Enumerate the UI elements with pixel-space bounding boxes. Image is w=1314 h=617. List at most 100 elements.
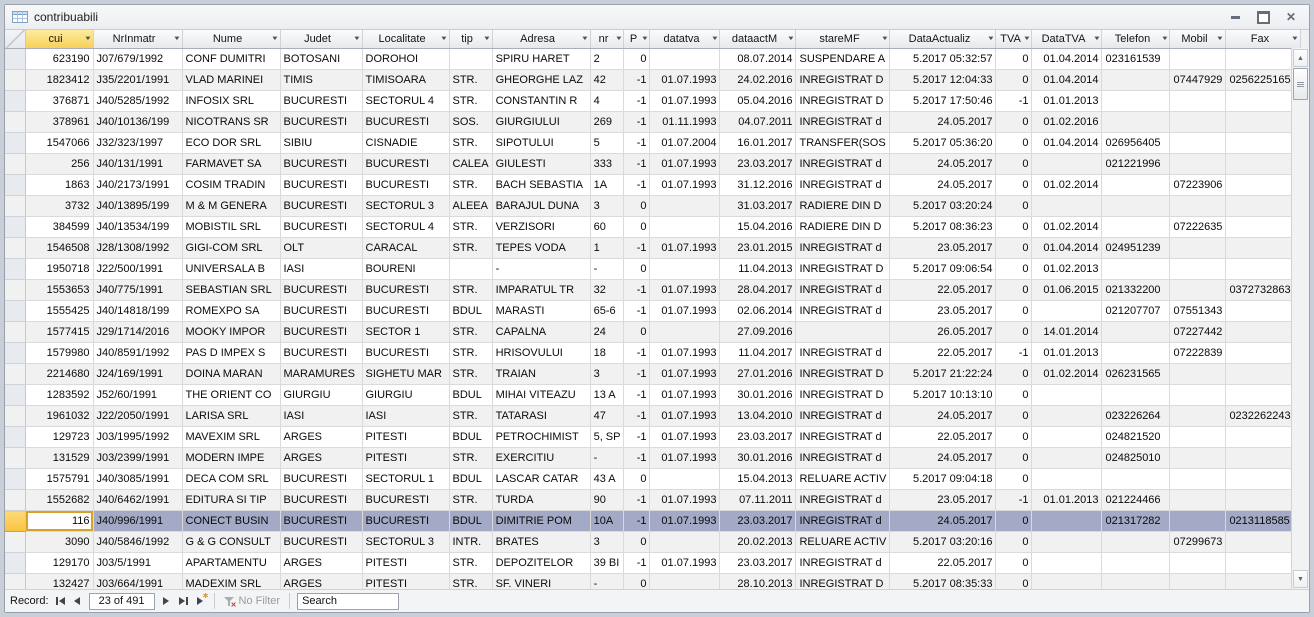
cell-datatva2[interactable]: 01.01.2013 (1032, 343, 1102, 364)
cell-adresa[interactable]: SIPOTULUI (492, 133, 590, 154)
cell-telefon[interactable]: 021332200 (1102, 280, 1170, 301)
cell-mobil[interactable] (1170, 385, 1226, 406)
cell-localitate[interactable]: PITESTI (362, 448, 449, 469)
cell-fax[interactable] (1226, 217, 1301, 238)
cell-nrinmatr[interactable]: J03/664/1991 (93, 574, 182, 590)
cell-telefon[interactable] (1102, 322, 1170, 343)
cell-nrinmatr[interactable]: J03/5/1991 (93, 553, 182, 574)
cell-staremf[interactable]: RADIERE DIN D (796, 196, 890, 217)
cell-telefon[interactable] (1102, 70, 1170, 91)
cell-nume[interactable]: MOOKY IMPOR (182, 322, 280, 343)
cell-adresa[interactable]: BRATES (492, 532, 590, 553)
cell-datatva[interactable]: 01.07.1993 (650, 343, 720, 364)
cell-cui[interactable]: 1577415 (25, 322, 93, 343)
cell-tva[interactable]: 0 (996, 448, 1032, 469)
cell-nume[interactable]: THE ORIENT CO (182, 385, 280, 406)
column-header-telefon[interactable]: Telefon▼ (1102, 30, 1170, 49)
cell-datatva2[interactable] (1032, 574, 1102, 590)
cell-cui[interactable]: 1950718 (25, 259, 93, 280)
cell-tip[interactable]: BDUL (449, 511, 492, 532)
cell-dataactualizare[interactable]: 24.05.2017 (890, 112, 996, 133)
column-header-nrinmatr[interactable]: NrInmatr▼ (93, 30, 182, 49)
cell-adresa[interactable]: - (492, 259, 590, 280)
cell-cui[interactable]: 2214680 (25, 364, 93, 385)
cell-datatva2[interactable]: 01.04.2014 (1032, 70, 1102, 91)
cell-fax[interactable] (1226, 322, 1301, 343)
cell-mobil[interactable] (1170, 469, 1226, 490)
cell-telefon[interactable]: 021221996 (1102, 154, 1170, 175)
cell-fax[interactable] (1226, 385, 1301, 406)
cell-dataactm[interactable]: 31.12.2016 (720, 175, 796, 196)
cell-adresa[interactable]: GIURGIULUI (492, 112, 590, 133)
cell-dataactualizare[interactable]: 23.05.2017 (890, 490, 996, 511)
cell-adresa[interactable]: BACH SEBASTIA (492, 175, 590, 196)
cell-cui[interactable]: 1863 (25, 175, 93, 196)
cell-tva[interactable]: 0 (996, 196, 1032, 217)
cell-tva[interactable]: 0 (996, 532, 1032, 553)
chevron-down-icon[interactable]: ▼ (614, 36, 622, 42)
cell-adresa[interactable]: LASCAR CATAR (492, 469, 590, 490)
cell-nrinmatr[interactable]: J29/1714/2016 (93, 322, 182, 343)
cell-telefon[interactable] (1102, 343, 1170, 364)
cell-fax[interactable] (1226, 490, 1301, 511)
cell-staremf[interactable]: INREGISTRAT d (796, 343, 890, 364)
cell-cui[interactable]: 3732 (25, 196, 93, 217)
cell-nrinmatr[interactable]: J40/2173/1991 (93, 175, 182, 196)
cell-nume[interactable]: G & G CONSULT (182, 532, 280, 553)
column-header-p[interactable]: P▼ (624, 30, 650, 49)
cell-telefon[interactable]: 021317282 (1102, 511, 1170, 532)
cell-tip[interactable]: CALEA (449, 154, 492, 175)
cell-tva[interactable]: 0 (996, 280, 1032, 301)
cell-datatva[interactable]: 01.11.1993 (650, 112, 720, 133)
cell-nr[interactable]: 5 (590, 133, 624, 154)
cell-staremf[interactable]: INREGISTRAT d (796, 511, 890, 532)
cell-telefon[interactable] (1102, 175, 1170, 196)
cell-datatva[interactable]: 01.07.1993 (650, 490, 720, 511)
cell-adresa[interactable]: IMPARATUL TR (492, 280, 590, 301)
cell-nume[interactable]: EDITURA SI TIP (182, 490, 280, 511)
column-header-mobil[interactable]: Mobil▼ (1170, 30, 1226, 49)
cell-nume[interactable]: LARISA SRL (182, 406, 280, 427)
cell-localitate[interactable]: BUCURESTI (362, 175, 449, 196)
cell-nr[interactable]: 3 (590, 532, 624, 553)
cell-nr[interactable]: 5, SP (590, 427, 624, 448)
cell-telefon[interactable]: 023161539 (1102, 49, 1170, 70)
cell-adresa[interactable]: TEPES VODA (492, 238, 590, 259)
cell-tip[interactable]: STR. (449, 217, 492, 238)
cell-nume[interactable]: COSIM TRADIN (182, 175, 280, 196)
cell-nume[interactable]: MAVEXIM SRL (182, 427, 280, 448)
cell-datatva[interactable]: 01.07.1993 (650, 406, 720, 427)
cell-dataactualizare[interactable]: 5.2017 09:06:54 (890, 259, 996, 280)
cell-nume[interactable]: APARTAMENTU (182, 553, 280, 574)
cell-mobil[interactable] (1170, 91, 1226, 112)
cell-nume[interactable]: ROMEXPO SA (182, 301, 280, 322)
cell-nume[interactable]: MODERN IMPE (182, 448, 280, 469)
cell-datatva2[interactable]: 14.01.2014 (1032, 322, 1102, 343)
cell-mobil[interactable] (1170, 112, 1226, 133)
cell-dataactualizare[interactable]: 5.2017 05:36:20 (890, 133, 996, 154)
cell-localitate[interactable]: SECTORUL 4 (362, 91, 449, 112)
column-header-localitate[interactable]: Localitate▼ (362, 30, 449, 49)
cell-judet[interactable]: OLT (280, 238, 362, 259)
cell-datatva[interactable]: 01.07.1993 (650, 448, 720, 469)
cell-localitate[interactable]: BUCURESTI (362, 280, 449, 301)
cell-nrinmatr[interactable]: J52/60/1991 (93, 385, 182, 406)
cell-cui[interactable]: 384599 (25, 217, 93, 238)
cell-datatva2[interactable] (1032, 406, 1102, 427)
cell-p[interactable]: 0 (624, 574, 650, 590)
cell-datatva[interactable]: 01.07.1993 (650, 427, 720, 448)
cell-nrinmatr[interactable]: J03/2399/1991 (93, 448, 182, 469)
cell-adresa[interactable]: BARAJUL DUNA (492, 196, 590, 217)
cell-cui[interactable]: 132427 (25, 574, 93, 590)
cell-dataactualizare[interactable]: 24.05.2017 (890, 154, 996, 175)
cell-judet[interactable]: BUCURESTI (280, 196, 362, 217)
cell-cui[interactable]: 1961032 (25, 406, 93, 427)
first-record-icon[interactable] (52, 593, 69, 609)
cell-p[interactable]: -1 (624, 280, 650, 301)
cell-p[interactable]: -1 (624, 448, 650, 469)
cell-telefon[interactable]: 023226264 (1102, 406, 1170, 427)
cell-dataactm[interactable]: 13.04.2010 (720, 406, 796, 427)
cell-datatva[interactable] (650, 217, 720, 238)
cell-mobil[interactable]: 07222635 (1170, 217, 1226, 238)
cell-cui[interactable]: 129170 (25, 553, 93, 574)
